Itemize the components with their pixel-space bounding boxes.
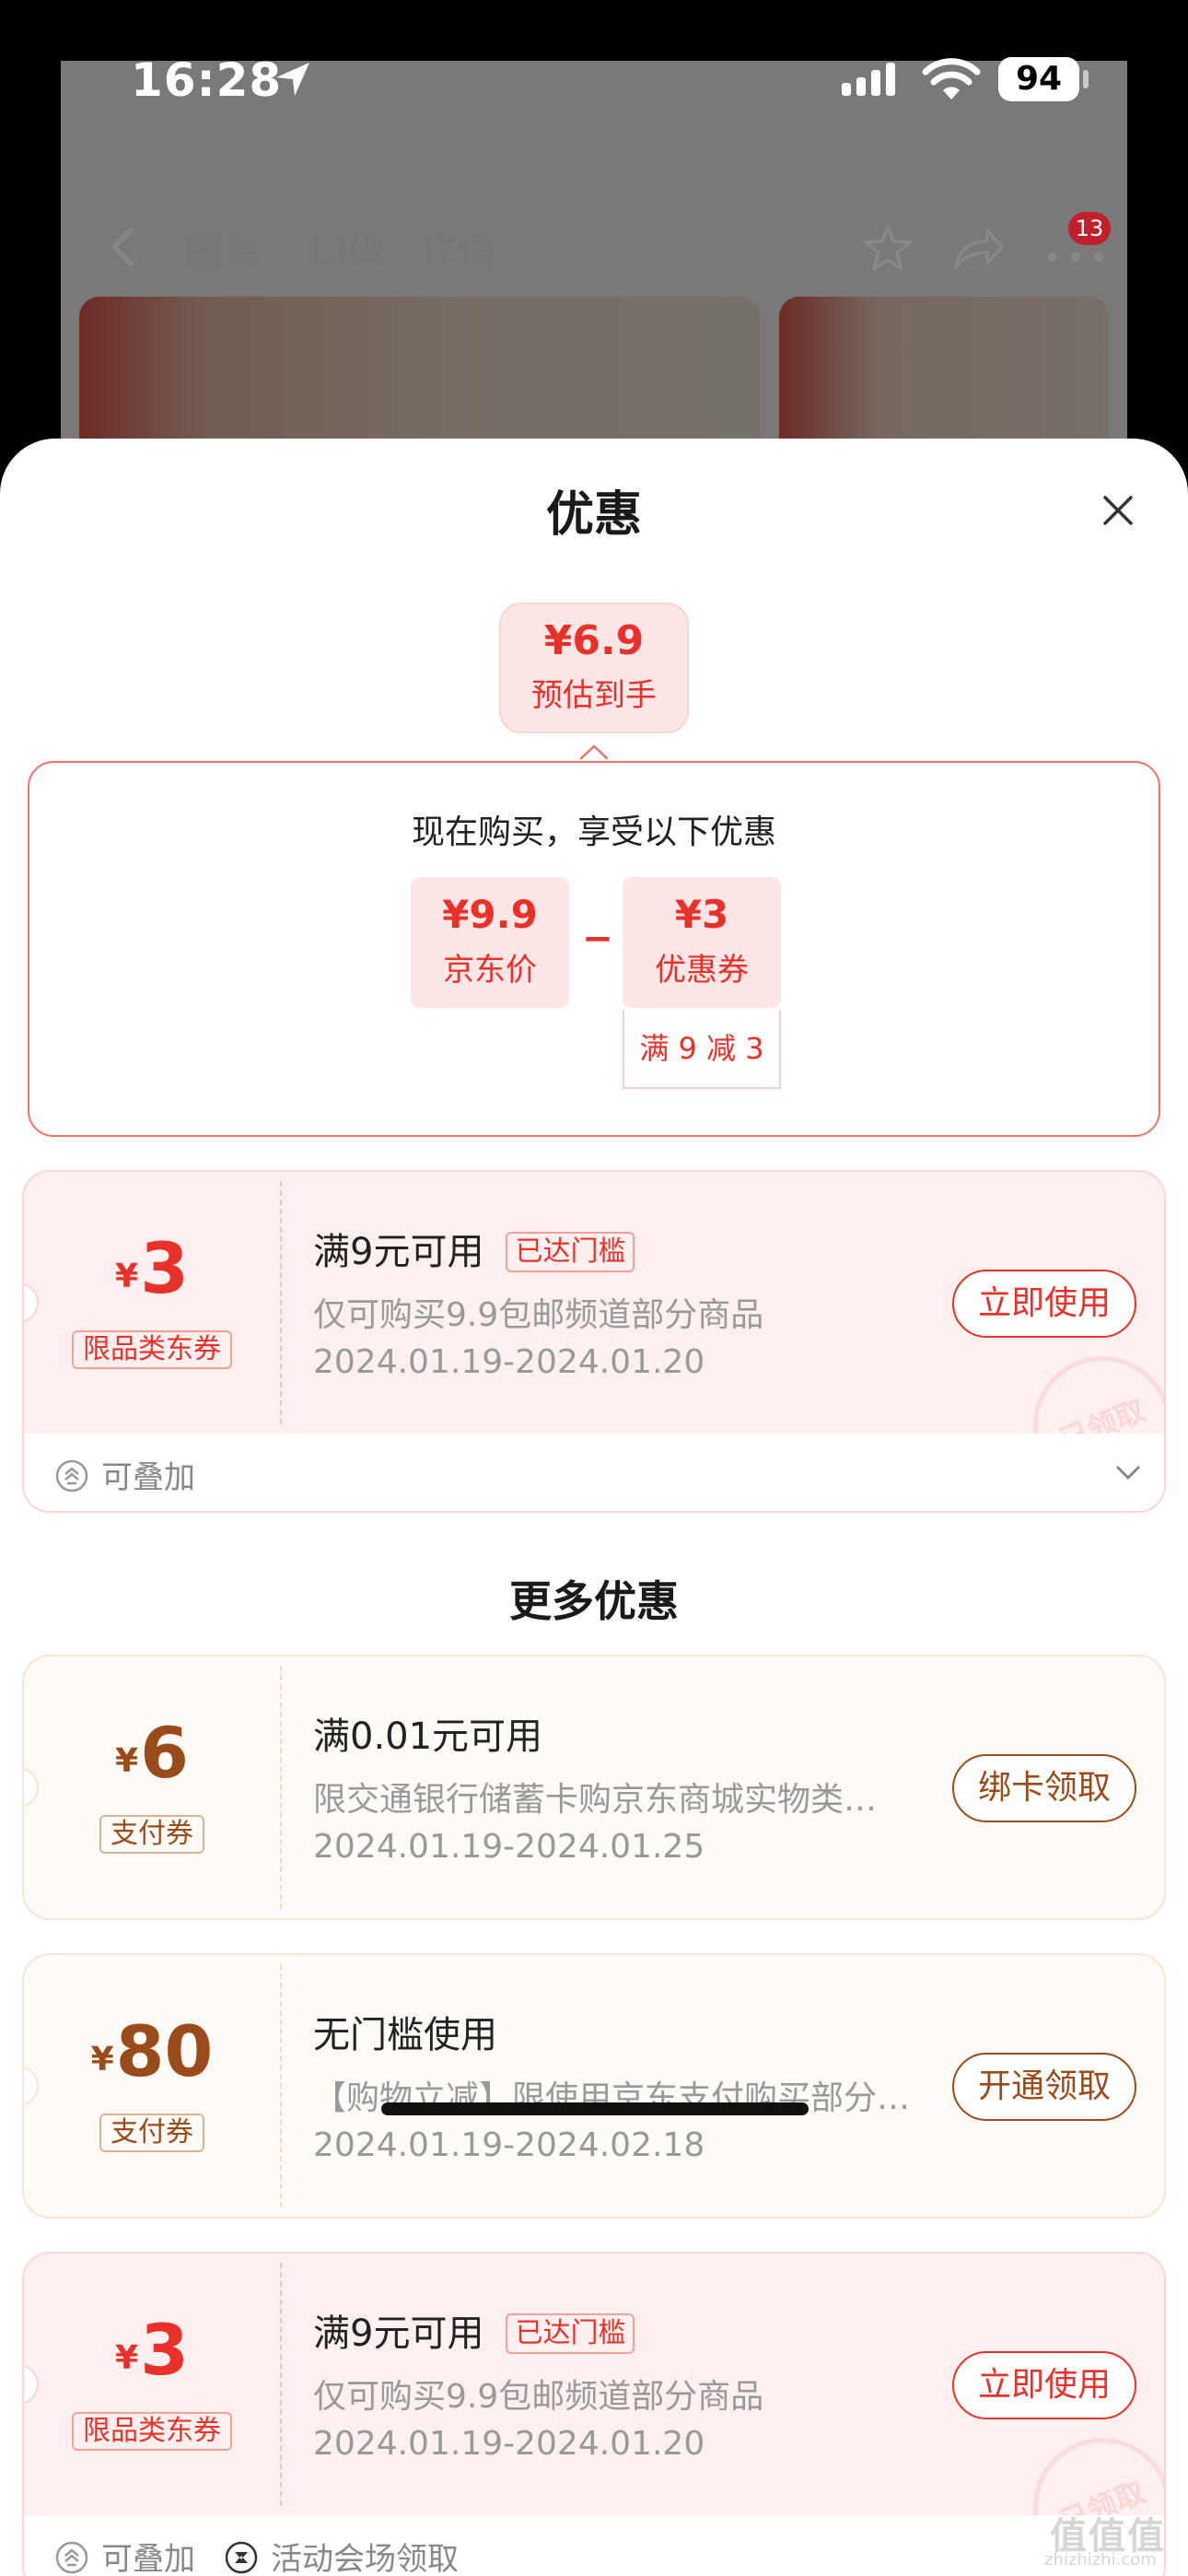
coupon-title: 满9元可用 已达门槛	[313, 1222, 635, 1275]
activity-venue-label: 活动会场领取	[271, 2541, 459, 2576]
coupon-divider	[280, 1964, 282, 2207]
coupon-description: 仅可购买9.9包邮频道部分商品	[313, 1296, 764, 1334]
coupon-divider	[280, 2263, 282, 2506]
coupon-body: ¥3 限品类东券 满9元可用 已达门槛 仅可购买9.9包邮频道部分商品 2024.…	[24, 2254, 1164, 2576]
sheet-title: 优惠	[545, 487, 642, 543]
status-time: 16:28	[131, 53, 283, 107]
status-bar: 16:28 94	[0, 0, 1188, 138]
stackable-icon	[55, 1459, 88, 1493]
coupon-title: 满9元可用 已达门槛	[313, 2303, 635, 2357]
coupon-card: ¥6 支付券 满0.01元可用 限交通银行储蓄卡购京东商城实物类… 2024.0…	[22, 1655, 1166, 1920]
activity-venue-icon	[225, 2541, 258, 2574]
close-icon[interactable]	[1100, 492, 1136, 529]
coupon-amount: ¥80	[24, 2010, 280, 2092]
coupon-type: 支付券	[99, 1815, 204, 1854]
price-breakdown-panel: 现在购买，享受以下优惠 ¥9.9 京东价 − ¥3 优惠券 满 9 减 3	[28, 761, 1160, 1137]
cellular-signal-icon	[842, 63, 895, 96]
coupon-body: ¥6 支付券 满0.01元可用 限交通银行储蓄卡购京东商城实物类… 2024.0…	[24, 1657, 1164, 1918]
coupon-body: ¥80 支付券 无门槛使用 【购物立减】限使用京东支付购买部分… 2024.01…	[24, 1955, 1164, 2217]
coupon-card: ¥3 限品类东券 满9元可用 已达门槛 仅可购买9.9包邮频道部分商品 2024.…	[22, 2252, 1166, 2576]
use-now-button[interactable]: 立即使用	[952, 1270, 1136, 1338]
watermark-url: zhizhizhi.com	[1044, 2550, 1157, 2570]
share-icon[interactable]	[950, 225, 1006, 273]
coupon-title: 满0.01元可用	[313, 1715, 543, 1758]
yen-symbol: ¥	[90, 2041, 114, 2078]
coupon-condition: 满 9 减 3	[623, 1010, 781, 1089]
more-discounts-title: 更多优惠	[509, 1576, 679, 1626]
coupon-amount-value: 3	[140, 2309, 189, 2391]
bind-card-claim-button[interactable]: 绑卡领取	[952, 1754, 1136, 1822]
location-arrow-icon	[276, 63, 309, 96]
coupon-date: 2024.01.19-2024.02.18	[313, 2126, 705, 2164]
threshold-reached-tag: 已达门槛	[506, 1232, 635, 1272]
coupon-date: 2024.01.19-2024.01.25	[313, 1828, 705, 1866]
coupon-title-text: 满9元可用	[313, 2313, 484, 2355]
wifi-icon	[922, 58, 981, 100]
yen-symbol: ¥	[115, 2339, 139, 2377]
coupon-amount: ¥3	[24, 1227, 280, 1309]
stackable-label: 可叠加	[101, 2541, 195, 2576]
jd-price-value: ¥9.9	[442, 892, 538, 937]
stackable-label: 可叠加	[101, 1459, 195, 1496]
coupon-amount: ¥3	[24, 2309, 280, 2391]
estimated-price: ¥6.9	[543, 617, 645, 664]
estimated-price-box: ¥6.9 预估到手	[499, 603, 689, 733]
favorite-star-icon[interactable]	[862, 223, 914, 275]
coupon-date: 2024.01.19-2024.01.20	[313, 1343, 705, 1381]
pointer-arrow	[580, 744, 608, 760]
back-icon[interactable]	[107, 225, 144, 269]
minus-sign: −	[582, 918, 613, 960]
coupon-date: 2024.01.19-2024.01.20	[313, 2425, 705, 2463]
jd-price-box: ¥9.9 京东价	[411, 877, 569, 1008]
coupon-type: 限品类东券	[72, 1330, 232, 1369]
threshold-reached-tag: 已达门槛	[506, 2313, 635, 2354]
coupon-amount: ¥6	[24, 1712, 280, 1794]
coupon-amount-value: 6	[140, 1712, 189, 1794]
breakdown-heading: 现在购买，享受以下优惠	[411, 814, 776, 851]
coupon-amount-value: 80	[115, 2010, 214, 2092]
coupon-footer[interactable]: 可叠加	[24, 1434, 1164, 1511]
jd-price-label: 京东价	[443, 952, 537, 989]
coupon-amount-value: 3	[140, 1227, 189, 1309]
coupon-value-label: 优惠券	[655, 952, 749, 989]
more-icon[interactable]: •••	[1042, 240, 1112, 277]
coupon-footer[interactable]: 可叠加 活动会场领取	[24, 2515, 1164, 2576]
yen-symbol: ¥	[115, 1742, 139, 1780]
coupon-description: 仅可购买9.9包邮频道部分商品	[313, 2378, 764, 2416]
coupon-title: 无门槛使用	[313, 2014, 497, 2056]
stackable-icon	[55, 2541, 88, 2574]
coupon-card: ¥80 支付券 无门槛使用 【购物立减】限使用京东支付购买部分… 2024.01…	[22, 1953, 1166, 2219]
battery-indicator: 94	[998, 57, 1079, 101]
coupon-card: ¥3 限品类东券 满9元可用 已达门槛 仅可购买9.9包邮频道部分商品 2024.…	[22, 1170, 1166, 1513]
tab-gallery[interactable]: 图集	[184, 221, 262, 277]
coupon-type: 限品类东券	[72, 2412, 232, 2451]
activate-claim-button[interactable]: 开通领取	[952, 2053, 1136, 2121]
yen-symbol: ¥	[115, 1258, 139, 1295]
coupon-divider	[280, 1181, 282, 1424]
coupon-description: 限交通银行储蓄卡购京东商城实物类…	[313, 1781, 878, 1819]
home-indicator[interactable]	[381, 2102, 809, 2115]
coupon-value-box: ¥3 优惠券	[623, 877, 781, 1008]
discount-sheet: 优惠 ¥6.9 预估到手 现在购买，享受以下优惠 ¥9.9 京东价 − ¥3 优…	[0, 439, 1188, 2576]
coupon-type: 支付券	[99, 2113, 204, 2152]
use-now-button[interactable]: 立即使用	[952, 2351, 1136, 2419]
chevron-down-icon[interactable]	[1114, 1463, 1142, 1481]
coupon-body: ¥3 限品类东券 满9元可用 已达门槛 仅可购买9.9包邮频道部分商品 2024.…	[24, 1172, 1164, 1511]
coupon-value: ¥3	[674, 892, 729, 937]
coupon-divider	[280, 1666, 282, 1909]
coupon-title-text: 满9元可用	[313, 1231, 484, 1273]
battery-cap	[1083, 70, 1089, 88]
estimated-price-label: 预估到手	[531, 677, 657, 714]
product-nav-bar: 图集 口碑 详情 ••• 13	[61, 208, 1127, 286]
tab-details[interactable]: 详情	[420, 221, 497, 277]
tab-reviews[interactable]: 口碑	[309, 221, 387, 277]
notification-badge: 13	[1068, 212, 1111, 245]
